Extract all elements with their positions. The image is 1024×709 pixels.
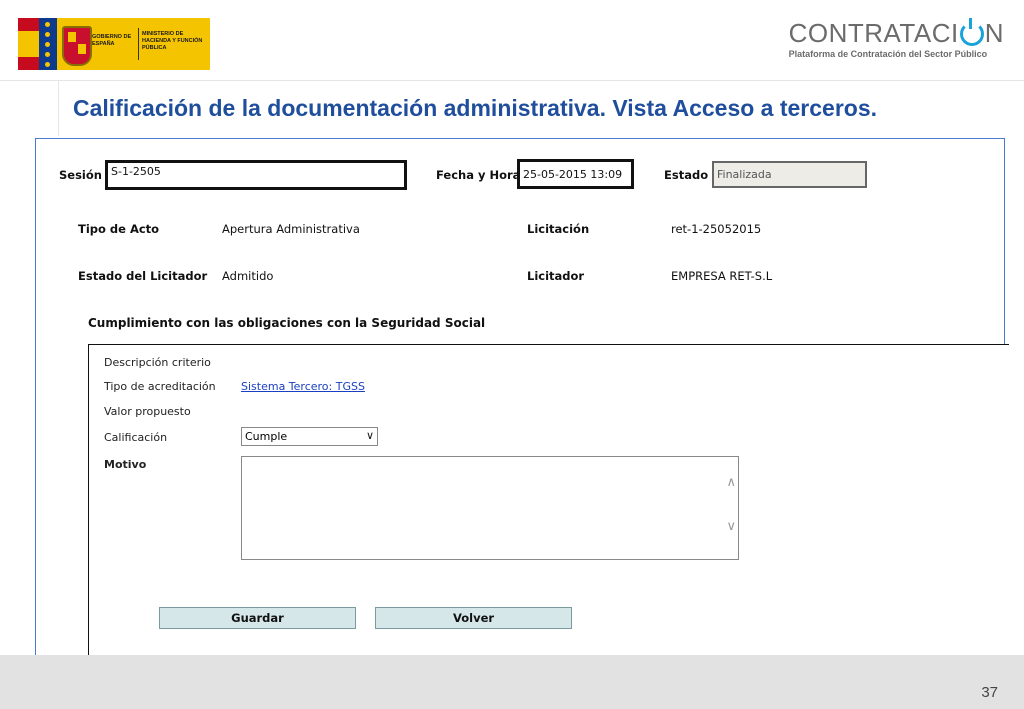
fecha-field[interactable]: 25-05-2015 13:09	[517, 159, 634, 189]
licitacion-label: Licitación	[527, 222, 590, 236]
sesion-field[interactable]: S-1-2505	[105, 160, 407, 190]
fecha-label: Fecha y Hora	[436, 168, 521, 182]
chevron-up-icon[interactable]: ∧	[726, 475, 736, 490]
licitador-label: Licitador	[527, 269, 585, 283]
ministry-text: MINISTERIO DE HACIENDA Y FUNCIÓN PÚBLICA	[142, 31, 203, 51]
estado-label: Estado	[664, 168, 709, 182]
licitacion-value: ret-1-25052015	[671, 222, 762, 236]
descripcion-label: Descripción criterio	[104, 356, 211, 369]
chevron-down-icon[interactable]: ∨	[726, 519, 736, 534]
contratacion-brand: CONTRATACI N Plataforma de Contratación d…	[788, 17, 1004, 59]
estado-licitador-value: Admitido	[222, 269, 274, 283]
calificacion-select[interactable]: Cumple ∨	[241, 427, 378, 446]
footer-band	[0, 655, 1024, 709]
criteria-box: Descripción criterio Tipo de acreditació…	[88, 344, 1009, 657]
tipo-acto-value: Apertura Administrativa	[222, 222, 360, 236]
calificacion-label: Calificación	[104, 431, 168, 444]
gov-text: GOBIERNO DE ESPAÑA	[92, 34, 132, 47]
calificacion-selected: Cumple	[245, 430, 288, 443]
volver-button[interactable]: Volver	[375, 607, 572, 629]
tipo-acreditacion-label: Tipo de acreditación	[104, 380, 216, 393]
section-title: Cumplimiento con las obligaciones con la…	[88, 316, 486, 330]
coat-of-arms-icon	[62, 26, 92, 66]
app-panel: Sesión S-1-2505 Fecha y Hora 25-05-2015 …	[35, 138, 1009, 660]
estado-licitador-label: Estado del Licitador	[78, 269, 208, 283]
sesion-label: Sesión	[59, 168, 102, 182]
estado-field: Finalizada	[712, 161, 867, 188]
page-number: 37	[981, 684, 998, 701]
licitador-value: EMPRESA RET-S.L	[671, 269, 773, 283]
tipo-acto-label: Tipo de Acto	[78, 222, 160, 236]
gobierno-logo: GOBIERNO DE ESPAÑA MINISTERIO DE HACIEND…	[18, 18, 210, 70]
tipo-acreditacion-link[interactable]: Sistema Tercero: TGSS	[241, 380, 365, 393]
motivo-textarea[interactable]: ∧ ∨	[241, 456, 739, 560]
left-rule	[58, 80, 59, 136]
spain-flag-icon	[18, 18, 39, 70]
slide-title: Calificación de la documentación adminis…	[73, 95, 878, 121]
brand-subtitle: Plataforma de Contratación del Sector Pú…	[788, 49, 988, 59]
guardar-button[interactable]: Guardar	[159, 607, 356, 629]
valor-propuesto-label: Valor propuesto	[104, 405, 191, 418]
eu-flag-icon	[39, 18, 57, 70]
brand-name: CONTRATACI N	[788, 17, 1004, 48]
power-icon	[959, 17, 984, 46]
motivo-label: Motivo	[104, 458, 147, 471]
header-divider	[0, 80, 1024, 81]
chevron-down-icon: ∨	[365, 429, 374, 442]
